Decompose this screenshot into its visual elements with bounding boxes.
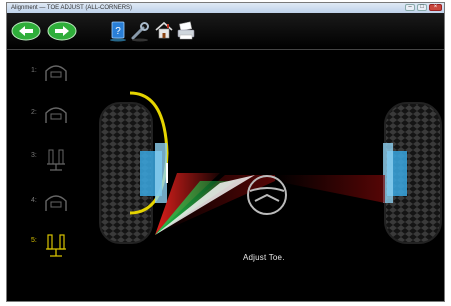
minimize-button[interactable]: – <box>405 4 415 11</box>
step-4[interactable]: 4: <box>31 191 79 215</box>
caster-gauge-icon <box>45 107 67 123</box>
step-3[interactable]: 3: <box>31 146 79 171</box>
camber-gauge-icon <box>45 65 67 81</box>
help-book-icon[interactable]: ? <box>107 19 129 43</box>
app-window: Alignment — TOE ADJUST (ALL-CORNERS) – □… <box>6 2 445 302</box>
maximize-button[interactable]: □ <box>417 4 427 11</box>
wrench-icon[interactable] <box>129 19 151 43</box>
toolbar: ? <box>7 13 444 50</box>
printer-icon[interactable] <box>175 19 197 43</box>
forward-button[interactable] <box>47 21 77 41</box>
step-label: 2: <box>31 109 37 116</box>
wheel-gauge-icon <box>45 195 67 211</box>
step-label: 1: <box>31 67 37 74</box>
lift-icon <box>47 149 65 171</box>
instruction-text: Adjust Toe. <box>243 253 285 262</box>
window-controls: – □ × <box>405 4 442 12</box>
svg-text:?: ? <box>115 26 121 37</box>
far-beam-right <box>275 175 385 203</box>
back-button[interactable] <box>11 21 41 41</box>
window-title: Alignment — TOE ADJUST (ALL-CORNERS) <box>11 5 133 11</box>
toe-icon <box>46 234 66 257</box>
left-wheel <box>99 91 169 244</box>
window-titlebar[interactable]: Alignment — TOE ADJUST (ALL-CORNERS) – □… <box>7 3 444 13</box>
wheel-alignment-scene <box>99 91 442 244</box>
step-label: 4: <box>31 197 37 204</box>
step-label: 3: <box>31 152 37 159</box>
step-5[interactable]: 5: <box>31 231 79 257</box>
step-1[interactable]: 1: <box>31 61 79 85</box>
home-icon[interactable] <box>153 19 175 43</box>
step-2[interactable]: 2: <box>31 103 79 127</box>
right-wheel <box>383 102 442 244</box>
step-label: 5: <box>31 237 37 244</box>
close-button[interactable]: × <box>429 4 442 11</box>
